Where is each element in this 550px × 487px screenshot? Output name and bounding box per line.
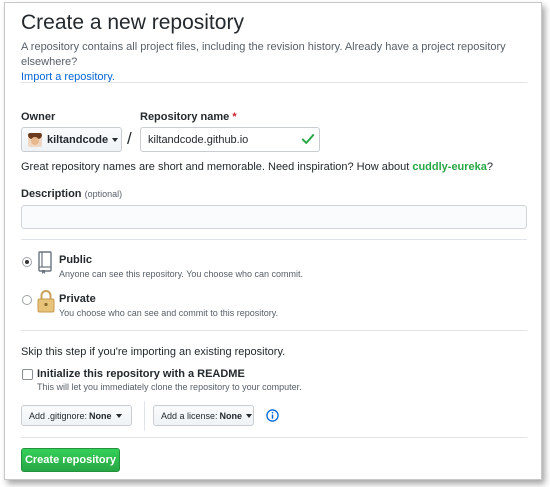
page-title: Create a new repository — [21, 11, 244, 34]
repository-name-input[interactable] — [140, 127, 320, 152]
repository-name-label: Repository name * — [140, 111, 237, 123]
gitignore-label: Add .gitignore: — [29, 410, 88, 421]
readme-note: This will let you immediately clone the … — [37, 382, 302, 392]
public-title: Public — [59, 254, 93, 266]
page-subtitle: A repository contains all project files,… — [21, 40, 531, 85]
owner-label: Owner — [21, 111, 56, 123]
owner-dropdown[interactable]: kiltandcode — [21, 127, 122, 152]
name-hint-end: ? — [486, 161, 494, 173]
private-radio[interactable] — [22, 295, 32, 305]
repository-name-label-text: Repository name — [140, 111, 230, 123]
gitignore-dropdown[interactable]: Add .gitignore: None — [21, 405, 132, 426]
description-label: Description (optional) — [21, 188, 122, 200]
license-dropdown[interactable]: Add a license: None — [153, 405, 254, 426]
skip-hint: Skip this step if you're importing an ex… — [21, 346, 286, 358]
public-note: Anyone can see this repository. You choo… — [59, 269, 303, 279]
name-hint-text: Great repository names are short and mem… — [21, 161, 410, 173]
lock-icon — [37, 290, 55, 313]
license-label: Add a license: — [161, 410, 218, 421]
subtitle-text: A repository contains all project files,… — [21, 41, 506, 68]
owner-repo-separator: / — [127, 129, 132, 148]
chevron-down-icon — [246, 413, 253, 418]
create-repository-button[interactable]: Create repository — [21, 448, 120, 472]
name-hint: Great repository names are short and mem… — [21, 161, 493, 173]
private-note: You choose who can see and commit to thi… — [59, 308, 279, 318]
private-title: Private — [59, 293, 96, 305]
divider — [21, 82, 527, 83]
description-label-text: Description — [21, 188, 82, 200]
divider — [21, 239, 527, 240]
divider — [144, 401, 145, 431]
license-value: None — [219, 410, 243, 421]
readme-checkbox[interactable] — [22, 369, 33, 380]
gitignore-value: None — [89, 410, 112, 421]
readme-label[interactable]: Initialize this repository with a README — [37, 368, 245, 380]
owner-avatar — [28, 132, 42, 147]
check-icon — [301, 134, 315, 144]
public-radio[interactable] — [22, 257, 32, 267]
repo-icon — [38, 251, 52, 274]
required-mark: * — [232, 111, 237, 123]
optional-tag: (optional) — [84, 189, 123, 199]
owner-value: kiltandcode — [47, 133, 109, 146]
divider — [21, 330, 527, 331]
divider — [21, 437, 527, 438]
description-input[interactable] — [21, 205, 527, 229]
name-suggestion[interactable]: cuddly-eureka — [412, 161, 487, 173]
new-repository-window: Create a new repository A repository con… — [4, 2, 542, 480]
info-icon[interactable] — [266, 409, 279, 422]
chevron-down-icon — [112, 137, 119, 142]
chevron-down-icon — [115, 413, 122, 418]
